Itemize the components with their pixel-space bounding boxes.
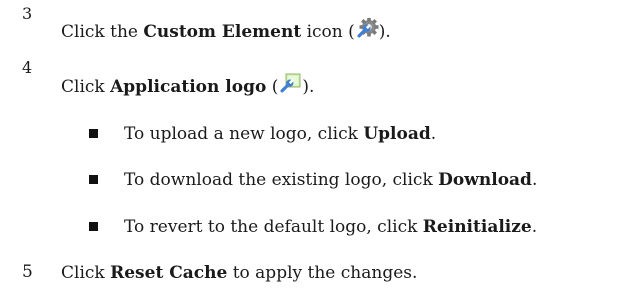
step-text-end: ).	[302, 77, 315, 97]
bullet-text-bold: Upload	[363, 124, 431, 144]
bullet-text-suffix: .	[430, 124, 437, 144]
bullet-square	[89, 129, 98, 138]
step-text-prefix: Click	[61, 263, 111, 283]
bullet-square	[89, 222, 98, 231]
step-text-bold: Application logo	[110, 77, 267, 97]
step-text: Click Application logo ( ).	[61, 73, 314, 98]
bullet-text-prefix: To revert to the default logo, click	[124, 217, 423, 237]
step-number: 5	[22, 262, 33, 282]
bullet-text-prefix: To upload a new logo, click	[124, 124, 364, 144]
step-text-prefix: Click	[61, 77, 111, 97]
step-number: 3	[22, 4, 33, 23]
bullet-text-suffix: .	[531, 170, 538, 190]
step-text: Click Reset Cache to apply the changes.	[61, 262, 417, 284]
step-text-suffix: (	[266, 77, 279, 97]
step-text-bold: Reset Cache	[110, 263, 228, 283]
bullet-text-prefix: To download the existing logo, click	[124, 170, 439, 190]
bullet-text-suffix: .	[531, 217, 538, 237]
step-text-suffix: to apply the changes.	[227, 263, 418, 283]
image-wrench-icon	[278, 73, 302, 95]
bullet-text-bold: Download	[438, 170, 532, 190]
step-text-bold: Custom Element	[143, 22, 302, 42]
bullet-text: To download the existing logo, click Dow…	[124, 169, 537, 191]
bullet-text: To revert to the default logo, click Rei…	[124, 216, 537, 238]
step-text-suffix: icon (	[301, 22, 355, 42]
bullet-text: To upload a new logo, click Upload.	[124, 123, 436, 145]
step-number: 4	[22, 58, 33, 77]
step-text: Click the Custom Element icon ().	[61, 18, 391, 43]
bullet-square	[89, 175, 98, 184]
step-text-prefix: Click the	[61, 22, 144, 42]
gear-wrench-icon	[355, 18, 379, 40]
bullet-text-bold: Reinitialize	[422, 217, 532, 237]
step-text-end: ).	[378, 22, 391, 42]
